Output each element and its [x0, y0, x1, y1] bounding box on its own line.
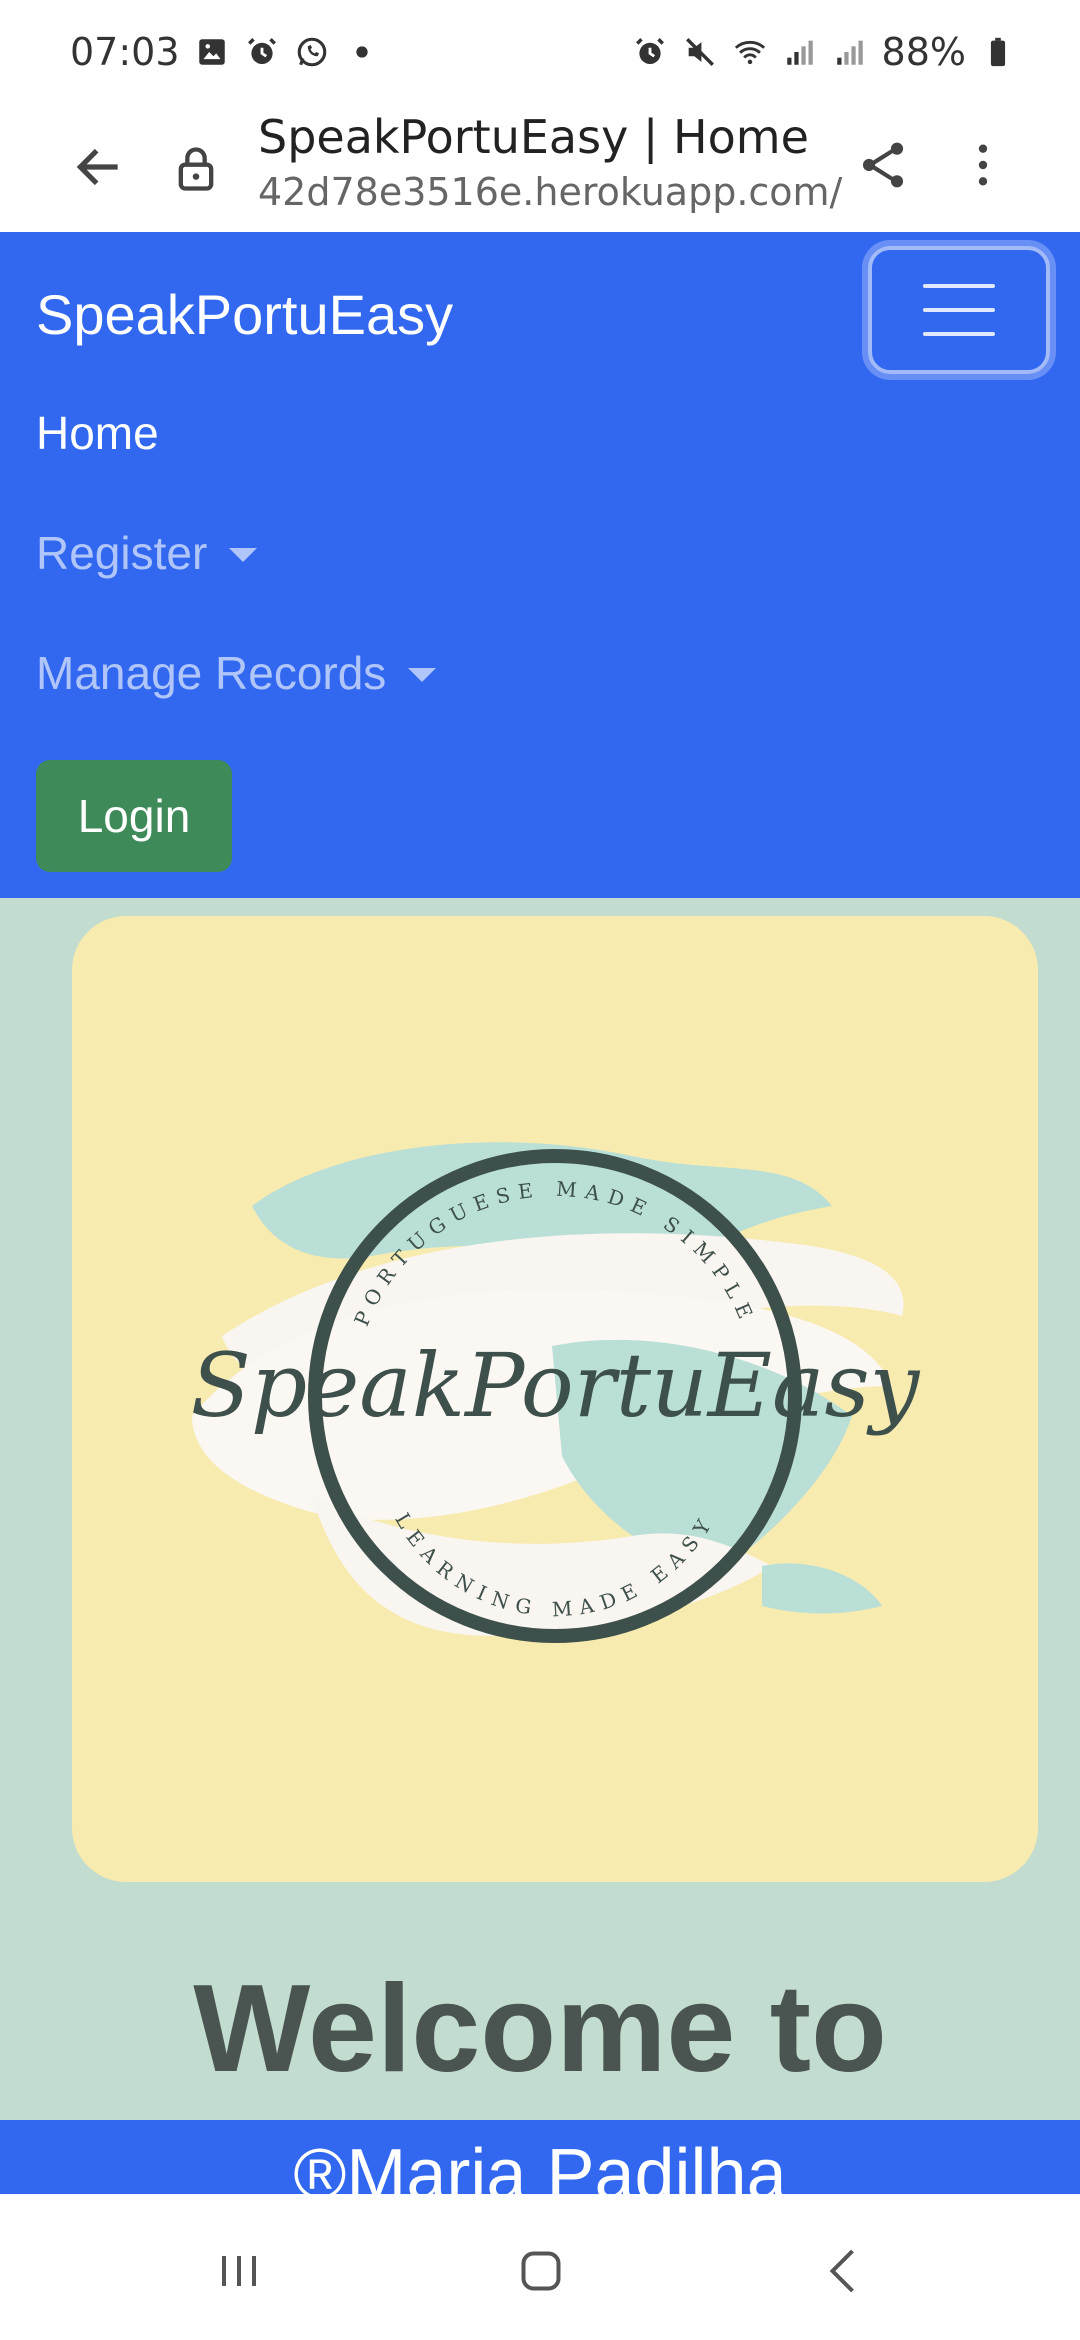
share-icon[interactable] — [848, 130, 918, 200]
gallery-icon — [194, 34, 230, 70]
mute-icon — [682, 34, 718, 70]
login-button[interactable]: Login — [36, 760, 232, 872]
status-bar: 07:03 88% — [0, 0, 1080, 110]
alarm-icon — [632, 34, 668, 70]
recent-apps-icon[interactable] — [194, 2226, 284, 2316]
nav-register-label: Register — [36, 527, 208, 579]
signal-icon — [782, 34, 818, 70]
caret-down-icon — [408, 668, 437, 682]
dot-icon — [344, 34, 380, 70]
alarm-icon — [244, 34, 280, 70]
logo-card: PORTUGUESE MADE SIMPLE LEARNING MADE EAS… — [72, 916, 1038, 1882]
speakportueasy-logo: PORTUGUESE MADE SIMPLE LEARNING MADE EAS… — [191, 1142, 921, 1643]
blue-banner: ®Maria Padilha — [0, 2120, 1080, 2194]
lock-icon[interactable] — [166, 134, 226, 204]
nav-manage-label: Manage Records — [36, 647, 387, 699]
back-arrow-icon[interactable] — [64, 132, 134, 202]
welcome-heading: Welcome to — [193, 1960, 887, 2098]
signal-icon — [832, 34, 868, 70]
status-left: 07:03 — [70, 30, 380, 74]
battery-icon — [980, 34, 1016, 70]
banner-text: ®Maria Padilha — [293, 2135, 787, 2194]
hamburger-icon — [923, 284, 995, 336]
nav-link-home-label: Home — [36, 407, 159, 459]
status-time: 07:03 — [70, 30, 180, 74]
browser-toolbar: SpeakPortuEasy | Home 42d78e3516e.heroku… — [0, 110, 1080, 232]
navbar-brand[interactable]: SpeakPortuEasy — [36, 282, 453, 347]
home-icon[interactable] — [496, 2226, 586, 2316]
main-content: PORTUGUESE MADE SIMPLE LEARNING MADE EAS… — [0, 898, 1080, 2120]
nav-dropdown-manage-records[interactable]: Manage Records — [36, 646, 437, 700]
more-options-icon[interactable] — [948, 130, 1018, 200]
wifi-icon — [732, 34, 768, 70]
navbar: SpeakPortuEasy Home Register Manage Reco… — [0, 232, 1080, 898]
nav-dropdown-register[interactable]: Register — [36, 526, 258, 580]
whatsapp-icon — [294, 34, 330, 70]
page-title[interactable]: SpeakPortuEasy | Home — [258, 110, 809, 164]
system-back-icon[interactable] — [800, 2226, 890, 2316]
nav-link-home[interactable]: Home — [36, 406, 159, 460]
battery-percent: 88% — [881, 30, 966, 74]
system-navigation-bar — [0, 2194, 1080, 2340]
caret-down-icon — [229, 548, 258, 562]
logo-script-text: SpeakPortuEasy — [191, 1334, 921, 1437]
status-right: 88% — [632, 30, 1016, 74]
navbar-toggler-button[interactable] — [868, 246, 1050, 374]
page-url[interactable]: 42d78e3516e.herokuapp.com/ — [258, 170, 842, 214]
